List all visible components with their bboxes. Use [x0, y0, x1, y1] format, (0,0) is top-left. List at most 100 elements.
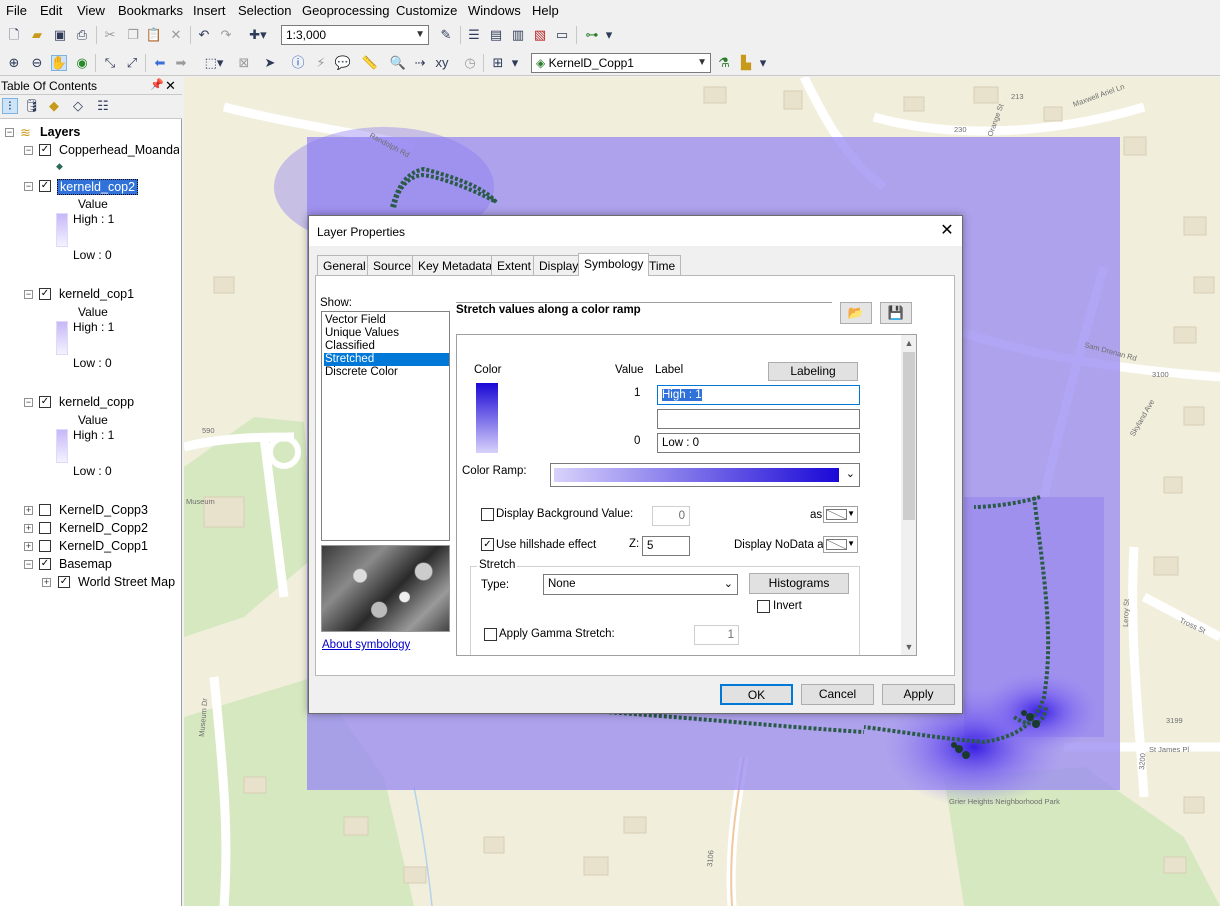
paste-icon[interactable]: 📋	[146, 27, 162, 43]
z-factor-input[interactable]: 5	[642, 536, 690, 556]
toc-layer-kerneld-cop2[interactable]: kerneld_cop2	[57, 179, 139, 195]
pan-icon[interactable]: ✋	[51, 55, 67, 71]
show-item-discrete-color[interactable]: Discrete Color	[324, 366, 449, 379]
menu-geoprocessing[interactable]: Geoprocessing	[302, 3, 389, 18]
tab-key-metadata[interactable]: Key Metadata	[412, 255, 499, 275]
dialog-titlebar[interactable]: Layer Properties ✕	[309, 216, 962, 246]
tab-symbology[interactable]: Symbology	[578, 253, 650, 276]
labeling-button[interactable]: Labeling	[768, 362, 858, 381]
show-item-classified[interactable]: Classified	[324, 340, 449, 353]
undo-icon[interactable]: ↶	[196, 27, 212, 43]
clear-selection-icon[interactable]: ⊠	[236, 55, 252, 71]
color-ramp-combo[interactable]: ⌄	[550, 463, 860, 487]
scroll-up-icon[interactable]: ▲	[901, 335, 916, 351]
editor-toolbar-icon[interactable]: ✎	[438, 27, 454, 43]
toc-layer-kerneld-copp1[interactable]: KernelD_Copp1	[59, 539, 148, 553]
layer-visibility-checkbox[interactable]	[39, 540, 51, 552]
fixed-zoom-in-icon[interactable]: ⤡	[102, 55, 118, 71]
search-window-icon[interactable]: ▥	[510, 27, 526, 43]
menu-bookmarks[interactable]: Bookmarks	[118, 3, 183, 18]
layer-visibility-checkbox[interactable]	[39, 504, 51, 516]
layer-visibility-checkbox[interactable]: ✓	[39, 144, 51, 156]
background-value-input[interactable]: 0	[652, 506, 690, 526]
collapse-icon[interactable]: −	[24, 182, 33, 191]
invert-checkbox[interactable]	[757, 600, 770, 613]
save-icon[interactable]: ▣	[52, 27, 68, 43]
toolbar-options-icon-3[interactable]: ▾	[758, 55, 768, 71]
layer-visibility-checkbox[interactable]: ✓	[39, 180, 51, 192]
toolbar-options-icon-2[interactable]: ▾	[510, 55, 520, 71]
close-icon[interactable]: ✕	[937, 221, 957, 241]
list-by-drawing-order-icon[interactable]: ⁝	[2, 98, 18, 114]
toc-layer-kerneld-cop1[interactable]: kerneld_cop1	[59, 287, 134, 301]
tab-source[interactable]: Source	[367, 255, 418, 275]
menu-windows[interactable]: Windows	[468, 3, 521, 18]
fixed-zoom-out-icon[interactable]: ⤢	[124, 55, 140, 71]
collapse-icon[interactable]: −	[24, 146, 33, 155]
toc-layer-world-street-map[interactable]: World Street Map	[78, 575, 175, 589]
show-item-stretched[interactable]: Stretched	[324, 353, 449, 366]
hillshade-checkbox[interactable]: ✓	[481, 538, 494, 551]
layer-visibility-checkbox[interactable]: ✓	[39, 558, 51, 570]
high-label-input[interactable]: High : 1	[657, 385, 860, 405]
hyperlink-icon[interactable]: ⚡	[313, 55, 329, 71]
model-builder-icon[interactable]: ⊶	[584, 27, 600, 43]
show-item-vector-field[interactable]: Vector Field	[324, 314, 449, 327]
map-scale-combo[interactable]: 1:3,000 ▼	[281, 25, 429, 45]
histograms-button[interactable]: Histograms	[749, 573, 849, 594]
close-icon[interactable]: ✕	[165, 78, 176, 94]
new-document-icon[interactable]: 🗋	[6, 27, 22, 43]
menu-file[interactable]: File	[6, 3, 27, 18]
list-by-selection-icon[interactable]: ◇	[70, 98, 86, 114]
toolbar-options-icon[interactable]: ▾	[604, 27, 614, 43]
delete-icon[interactable]: ✕	[168, 27, 184, 43]
catalog-window-icon[interactable]: ▤	[488, 27, 504, 43]
show-item-unique-values[interactable]: Unique Values	[324, 327, 449, 340]
low-label-input[interactable]: Low : 0	[657, 433, 860, 453]
menu-view[interactable]: View	[77, 3, 105, 18]
time-slider-icon[interactable]: ◷	[462, 55, 478, 71]
redo-icon[interactable]: ↷	[218, 27, 234, 43]
nodata-color-combo[interactable]: ▼	[823, 536, 858, 553]
open-folder-icon[interactable]: 📂	[840, 302, 872, 324]
find-route-icon[interactable]: ⇢	[412, 55, 428, 71]
cut-icon[interactable]: ✂	[102, 27, 118, 43]
tab-general[interactable]: General	[317, 255, 372, 275]
full-extent-icon[interactable]: ◉	[74, 55, 90, 71]
gamma-stretch-checkbox[interactable]	[484, 628, 497, 641]
pin-icon[interactable]: 📌	[150, 78, 164, 91]
save-icon[interactable]: 💾	[880, 302, 912, 324]
copy-icon[interactable]: ❐	[125, 27, 141, 43]
expand-icon[interactable]: +	[24, 542, 33, 551]
add-data-icon[interactable]: ✚▾	[246, 27, 270, 43]
swipe-icon[interactable]: ⚗	[716, 55, 732, 71]
table-of-contents-icon[interactable]: ☰	[466, 27, 482, 43]
open-folder-icon[interactable]: ▰	[29, 27, 45, 43]
toc-layer-copperhead[interactable]: Copperhead_Moanday	[59, 143, 179, 157]
image-layer-combo[interactable]: ◈ KernelD_Copp1 ▼	[531, 53, 711, 73]
arctoolbox-icon[interactable]: ▧	[532, 27, 548, 43]
identify-icon[interactable]: ⓘ	[290, 55, 306, 71]
expand-icon[interactable]: +	[24, 506, 33, 515]
find-icon[interactable]: 🔍	[390, 55, 406, 71]
layer-visibility-checkbox[interactable]	[39, 522, 51, 534]
collapse-icon[interactable]: −	[24, 560, 33, 569]
ok-button[interactable]: OK	[720, 684, 793, 705]
select-features-icon[interactable]: ⬚▾	[202, 55, 226, 71]
layer-visibility-checkbox[interactable]: ✓	[39, 396, 51, 408]
select-elements-icon[interactable]: ➤	[262, 55, 278, 71]
forward-extent-icon[interactable]: ➡	[173, 55, 189, 71]
viewer-window-icon[interactable]: ⊞	[490, 55, 506, 71]
toc-layer-kerneld-copp[interactable]: kerneld_copp	[59, 395, 134, 409]
list-by-source-icon[interactable]: 🛢	[24, 98, 41, 114]
menu-help[interactable]: Help	[532, 3, 559, 18]
gamma-value-input[interactable]: 1	[694, 625, 739, 645]
measure-icon[interactable]: 📏	[362, 55, 378, 71]
back-extent-icon[interactable]: ⬅	[152, 55, 168, 71]
menu-edit[interactable]: Edit	[40, 3, 62, 18]
about-symbology-link[interactable]: About symbology	[322, 639, 410, 651]
tab-extent[interactable]: Extent	[491, 255, 538, 275]
menu-customize[interactable]: Customize	[396, 3, 457, 18]
toc-root-layers[interactable]: Layers	[40, 125, 80, 139]
scroll-thumb[interactable]	[903, 352, 915, 520]
